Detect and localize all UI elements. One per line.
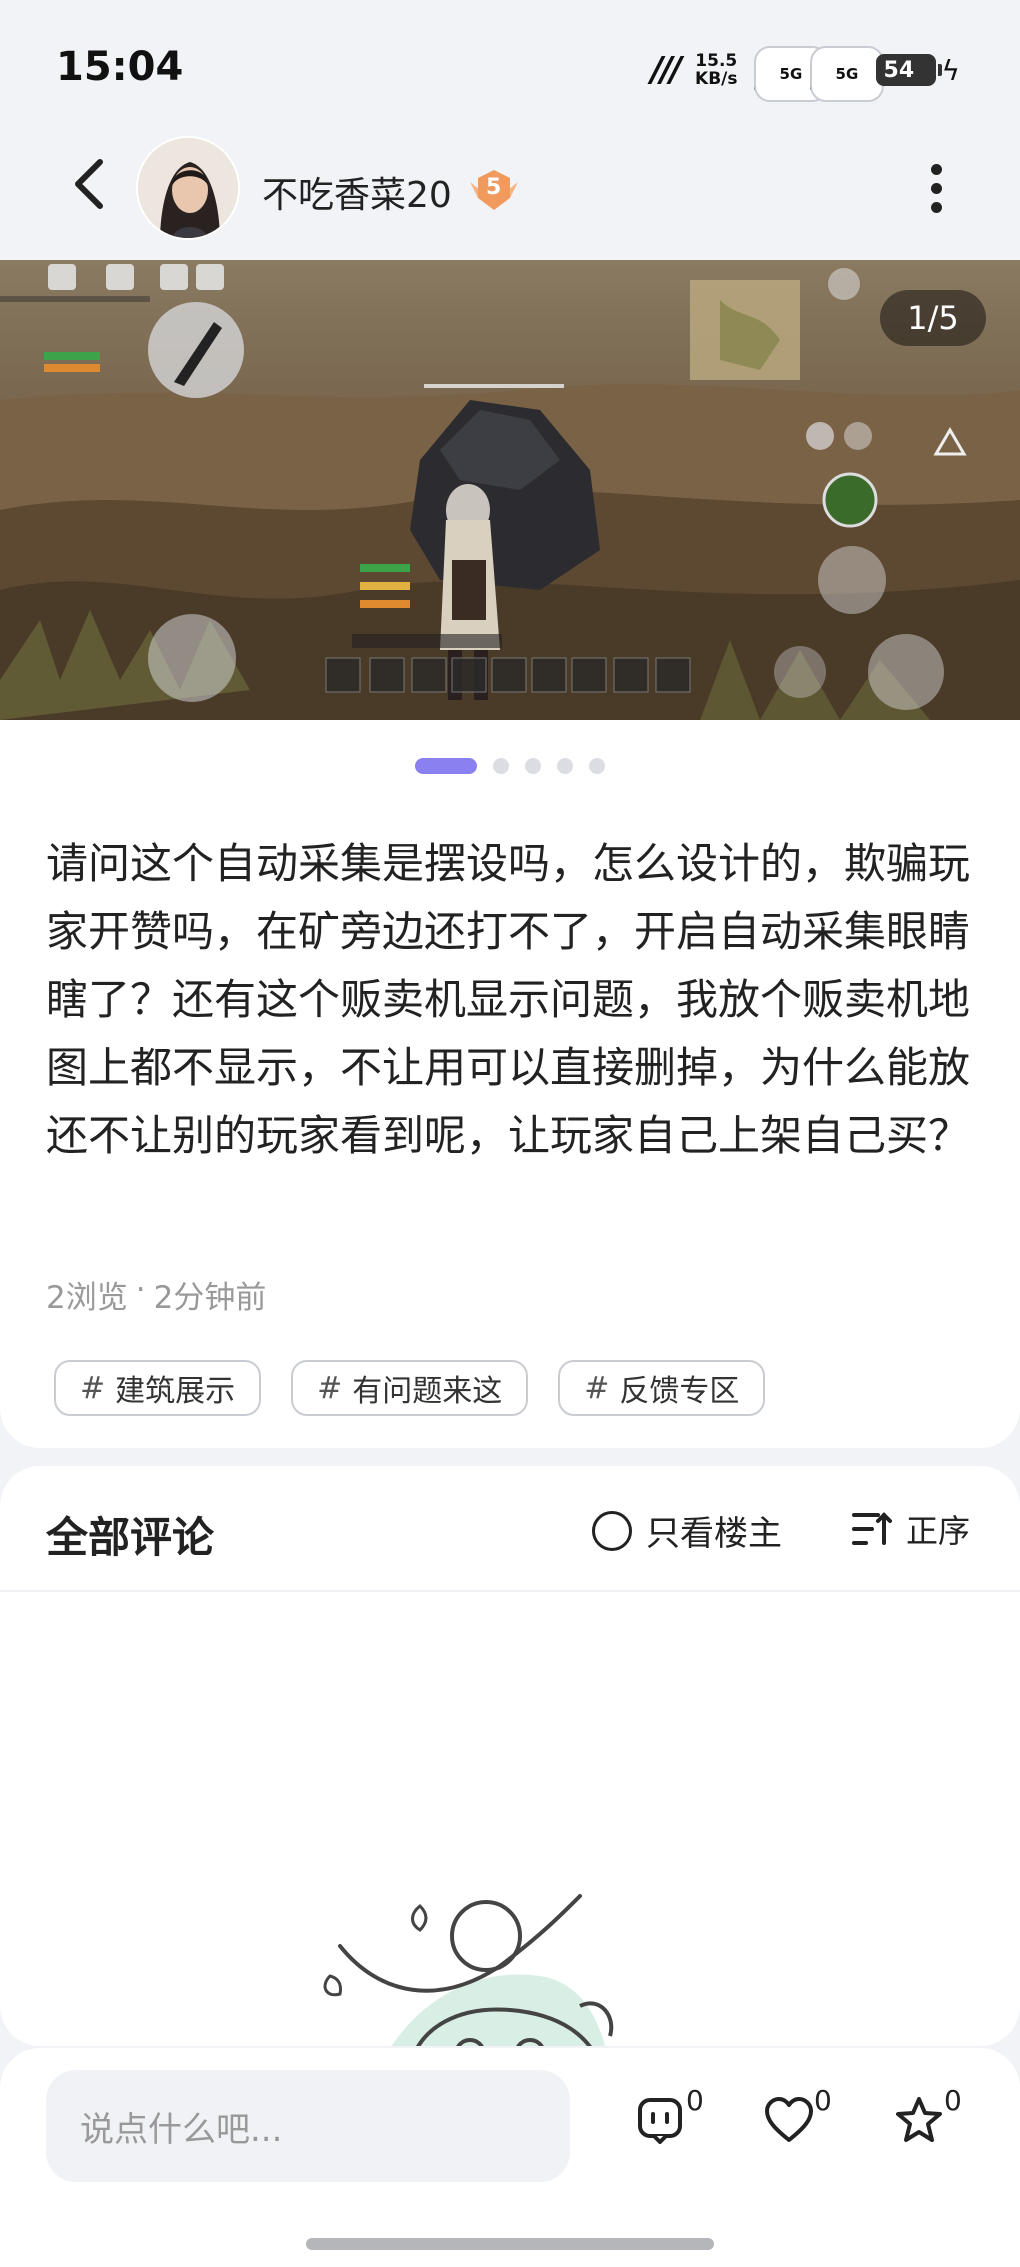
game-screenshot-image	[0, 260, 1020, 720]
username[interactable]: 不吃香菜20	[262, 166, 452, 218]
gallery-pagination-dots	[0, 758, 1020, 774]
battery-level: 54	[875, 54, 942, 86]
topic-tag-label: 建筑展示	[115, 1374, 236, 1409]
topic-tag[interactable]: # 有问题来这	[291, 1360, 529, 1416]
network-speed: 15.5 KB/s	[695, 52, 737, 88]
hash-icon: #	[80, 1370, 106, 1406]
signal-2-label: 5G	[809, 46, 885, 102]
comment-icon	[638, 2098, 682, 2144]
battery-icon: 54 ϟ	[875, 53, 960, 87]
back-button[interactable]	[58, 152, 122, 216]
more-dot	[930, 163, 942, 175]
more-dot	[930, 201, 942, 213]
more-dot	[930, 182, 942, 194]
home-indicator[interactable]	[306, 2238, 714, 2250]
network-speed-unit: KB/s	[695, 69, 738, 89]
chevron-left-icon	[75, 159, 103, 209]
pagination-dot[interactable]	[493, 758, 509, 774]
sort-icon	[852, 1512, 892, 1545]
comment-button[interactable]: 0	[636, 2084, 716, 2164]
favorite-button[interactable]: 0	[894, 2084, 974, 2164]
comment-input[interactable]: 说点什么吧...	[46, 2070, 570, 2182]
image-gallery[interactable]: 1/5	[0, 260, 1020, 720]
signal-icon: 5G	[753, 46, 829, 102]
status-time: 15:04	[56, 44, 184, 90]
favorite-count: 0	[944, 2084, 962, 2117]
topic-tag-label: 反馈专区	[619, 1374, 740, 1409]
only-op-toggle[interactable]: 只看楼主	[592, 1506, 782, 1555]
post-card: 请问这个自动采集是摆设吗，怎么设计的，欺骗玩家开赞吗，在矿旁边还打不了，开启自动…	[0, 720, 1020, 1448]
hash-icon: #	[584, 1370, 610, 1406]
hash-icon: #	[317, 1370, 343, 1406]
sort-toggle[interactable]: 正序	[852, 1506, 970, 1552]
post-meta: 2浏览 · 2分钟前	[46, 1272, 266, 1317]
more-options-button[interactable]	[916, 156, 956, 220]
topic-tags: # 建筑展示 # 有问题来这 # 反馈专区	[54, 1360, 766, 1416]
charging-icon: ϟ	[941, 53, 960, 87]
post-time: 2分钟前	[153, 1280, 267, 1316]
like-button[interactable]: 0	[764, 2084, 844, 2164]
bottom-action-bar: 说点什么吧... 0 0 0	[0, 2048, 1020, 2267]
meta-separator: ·	[135, 1272, 146, 1308]
sort-label: 正序	[906, 1512, 971, 1550]
status-bar: 15:04 /// 15.5 KB/s 5G 5G 54 ϟ	[0, 0, 1020, 130]
pagination-dot[interactable]	[589, 758, 605, 774]
signal-icon: 5G	[809, 46, 885, 102]
star-icon	[896, 2097, 942, 2142]
comment-count: 0	[686, 2084, 704, 2117]
level-number: 5	[486, 175, 502, 200]
post-body-text: 请问这个自动采集是摆设吗，怎么设计的，欺骗玩家开赞吗，在矿旁边还打不了，开启自动…	[46, 839, 971, 1160]
avatar[interactable]	[136, 136, 240, 240]
network-speed-value: 15.5	[695, 51, 738, 71]
empty-comments-illustration	[323, 1894, 614, 2046]
like-count: 0	[814, 2084, 832, 2117]
network-activity-icon: ///	[650, 50, 682, 90]
radio-icon	[592, 1510, 632, 1551]
divider	[0, 1590, 1020, 1592]
comments-title: 全部评论	[46, 1513, 215, 1562]
status-icons: /// 15.5 KB/s 5G 5G 54 ϟ	[650, 46, 960, 102]
heart-icon	[765, 2097, 813, 2142]
avatar-image	[138, 138, 238, 238]
comments-section: 全部评论 只看楼主 正序	[0, 1466, 1020, 2046]
level-badge: 5	[468, 168, 520, 212]
pagination-dot[interactable]	[525, 758, 541, 774]
post-header: 不吃香菜20 5	[0, 130, 1020, 260]
only-op-label: 只看楼主	[646, 1514, 782, 1554]
view-count: 2浏览	[46, 1280, 128, 1316]
pagination-dot[interactable]	[557, 758, 573, 774]
topic-tag-label: 有问题来这	[352, 1374, 503, 1409]
topic-tag[interactable]: # 反馈专区	[558, 1360, 766, 1416]
topic-tag[interactable]: # 建筑展示	[54, 1360, 262, 1416]
image-page-indicator: 1/5	[880, 290, 986, 346]
pagination-dot-active[interactable]	[415, 758, 477, 774]
